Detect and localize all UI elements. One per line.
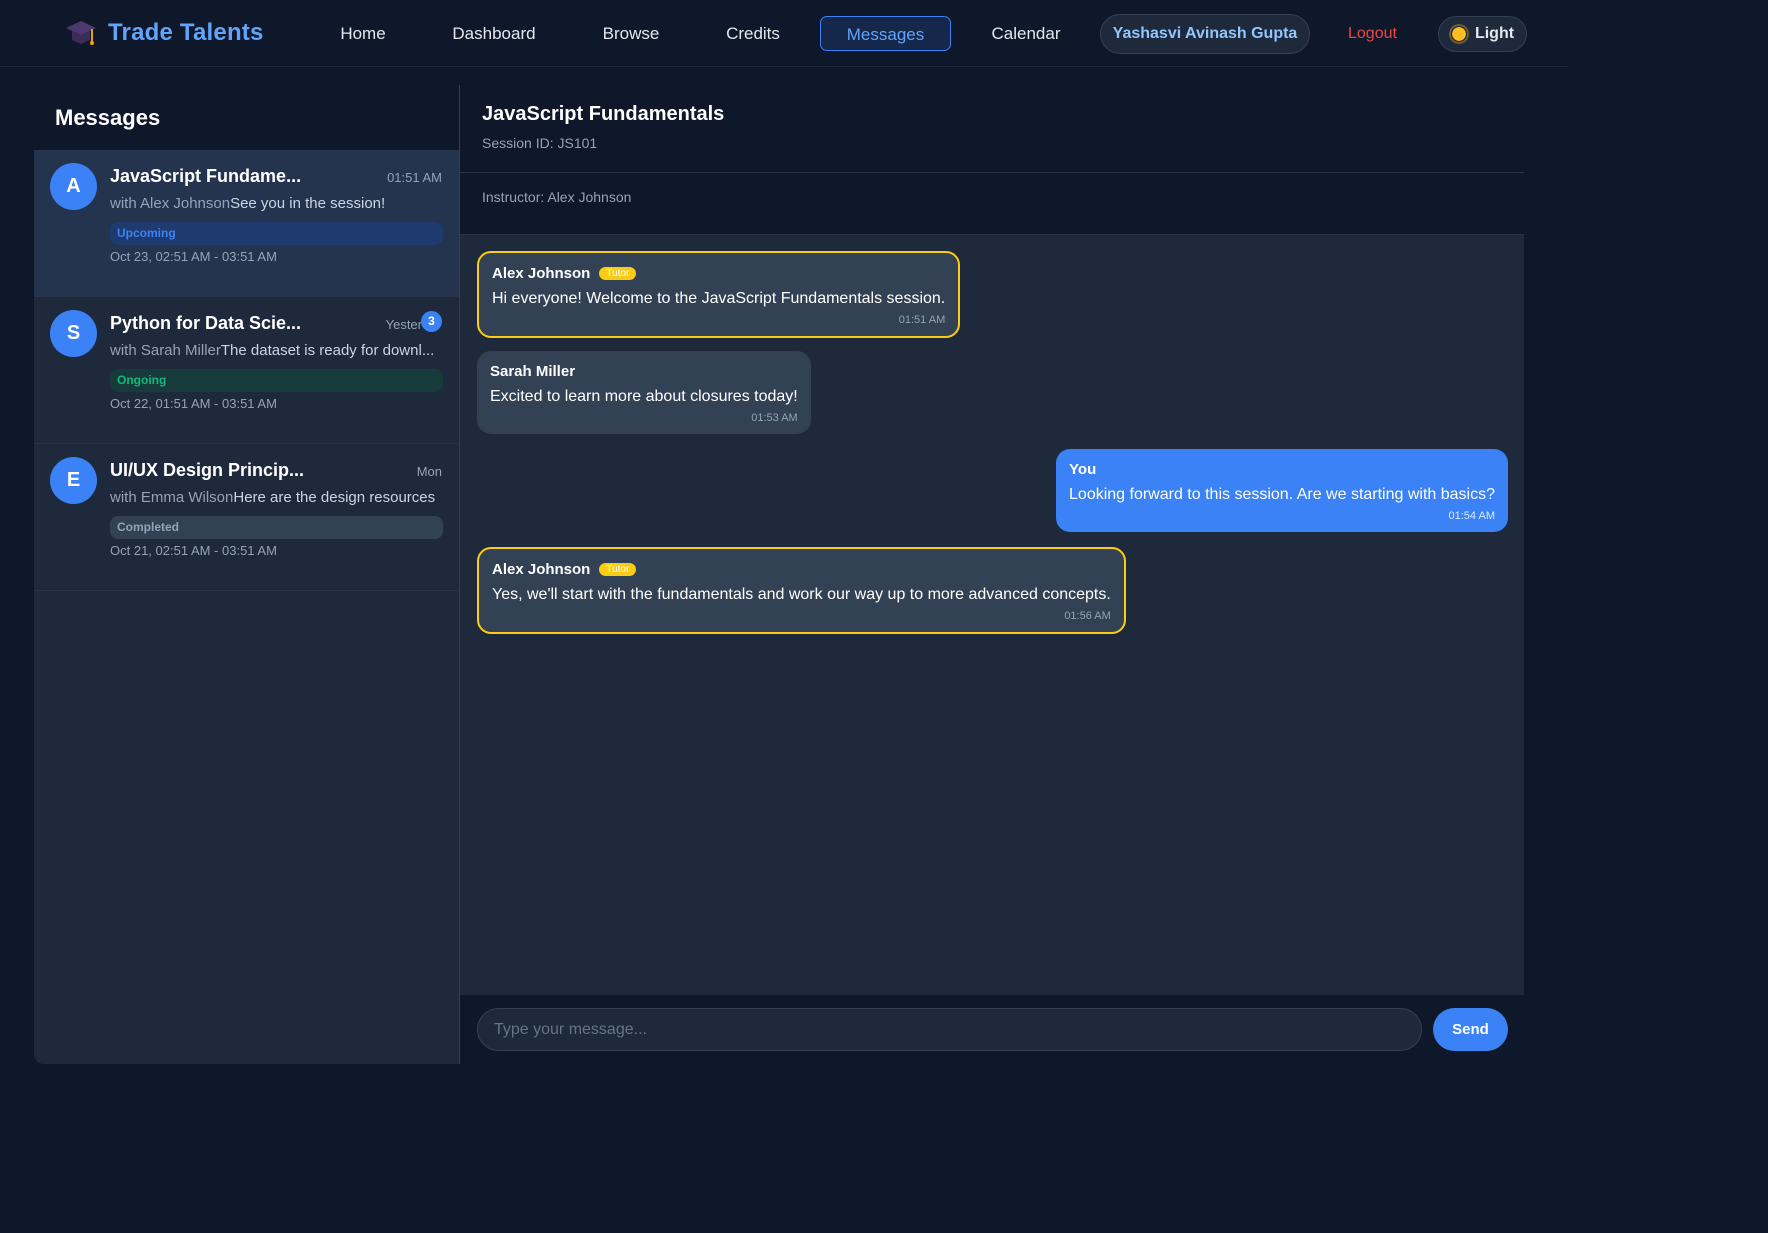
conversation-preview: with Sarah MillerThe dataset is ready fo… [110,342,443,359]
sun-icon [1450,26,1467,42]
theme-toggle-button[interactable]: Light [1438,16,1527,52]
avatar: E [50,457,97,504]
conversation-time: Yester [385,317,422,332]
conversation-item[interactable]: A JavaScript Fundame... 01:51 AM with Al… [34,150,459,297]
chat-panel: JavaScript Fundamentals Session ID: JS10… [459,85,1524,1064]
conversation-with: with Alex Johnson [110,195,231,212]
message-time: 01:51 AM [898,314,946,326]
conversation-sidebar: Messages A JavaScript Fundame... 01:51 A… [34,85,459,1064]
message-bubble-own: You Looking forward to this session. Are… [1056,449,1508,532]
nav-link-home[interactable]: Home [327,16,399,51]
brand-name: Trade Talents [108,19,264,46]
conversation-time: Mon [416,464,442,479]
user-profile-button[interactable]: Yashasvi Avinash Gupta [1100,14,1310,54]
top-navbar: Trade Talents Home Dashboard Browse Cred… [0,0,1568,67]
session-time-range: Oct 22, 01:51 AM - 03:51 AM [110,396,277,411]
message-composer: Send [460,995,1524,1064]
send-button[interactable]: Send [1433,1008,1508,1051]
tutor-badge: Tutor [599,563,637,576]
conversation-title: Python for Data Scie... [110,313,302,333]
message-input[interactable] [477,1008,1422,1051]
message-time: 01:56 AM [1064,610,1111,622]
conversation-item[interactable]: E UI/UX Design Princip... Mon with Emma … [34,444,459,591]
message-text: Excited to learn more about closures tod… [490,388,798,405]
status-badge: Ongoing [110,369,443,392]
session-time-range: Oct 21, 02:51 AM - 03:51 AM [110,543,277,558]
message-text: Looking forward to this session. Are we … [1069,486,1495,503]
avatar: S [50,310,97,357]
chat-title: JavaScript Fundamentals [482,103,725,125]
conversation-last-message: See you in the session! [230,195,386,212]
instructor-label: Instructor: Alex Johnson [482,189,632,205]
logout-link[interactable]: Logout [1348,16,1397,51]
message-list: Alex Johnson Tutor Hi everyone! Welcome t… [460,235,1524,995]
nav-link-dashboard[interactable]: Dashboard [440,16,548,51]
nav-link-browse[interactable]: Browse [590,16,672,51]
message-time: 01:54 AM [1448,510,1495,522]
conversation-preview: with Emma WilsonHere are the design reso… [110,489,443,506]
message-sender: Sarah Miller [490,363,576,380]
graduation-cap-icon [66,21,96,45]
conversation-title: UI/UX Design Princip... [110,460,305,480]
conversation-last-message: The dataset is ready for downl... [220,342,435,359]
sidebar-title: Messages [55,105,161,130]
message-time: 01:53 AM [751,412,798,424]
conversation-item[interactable]: S Python for Data Scie... Yester 3 with … [34,297,459,444]
message-sender: Alex Johnson [492,561,591,578]
conversation-with: with Sarah Miller [110,342,221,359]
unread-count-badge: 3 [421,311,442,332]
message-bubble: Alex Johnson Tutor Hi everyone! Welcome t… [477,251,961,338]
message-text: Hi everyone! Welcome to the JavaScript F… [492,290,946,307]
message-text: Yes, we'll start with the fundamentals a… [492,586,1111,603]
nav-link-messages[interactable]: Messages [820,16,951,51]
chat-header: JavaScript Fundamentals Session ID: JS10… [460,85,1524,173]
conversation-with: with Emma Wilson [110,489,234,506]
nav-link-calendar[interactable]: Calendar [979,16,1073,51]
session-id: Session ID: JS101 [482,135,598,151]
message-bubble: Sarah Miller Excited to learn more about… [477,351,811,434]
conversation-preview: with Alex JohnsonSee you in the session! [110,195,443,212]
chat-info-bar: Instructor: Alex Johnson [460,173,1524,235]
status-badge: Completed [110,516,443,539]
conversation-title: JavaScript Fundame... [110,166,302,186]
message-sender: Alex Johnson [492,265,591,282]
theme-toggle-label: Light [1474,25,1515,42]
message-sender: You [1069,461,1097,478]
status-badge: Upcoming [110,222,443,245]
tutor-badge: Tutor [599,267,637,280]
nav-link-credits[interactable]: Credits [713,16,793,51]
avatar: A [50,163,97,210]
session-time-range: Oct 23, 02:51 AM - 03:51 AM [110,249,277,264]
conversation-last-message: Here are the design resources [233,489,436,506]
message-bubble: Alex Johnson Tutor Yes, we'll start with … [477,547,1126,634]
sidebar-header: Messages [34,85,459,150]
brand[interactable]: Trade Talents [64,16,264,50]
conversation-time: 01:51 AM [387,170,442,185]
